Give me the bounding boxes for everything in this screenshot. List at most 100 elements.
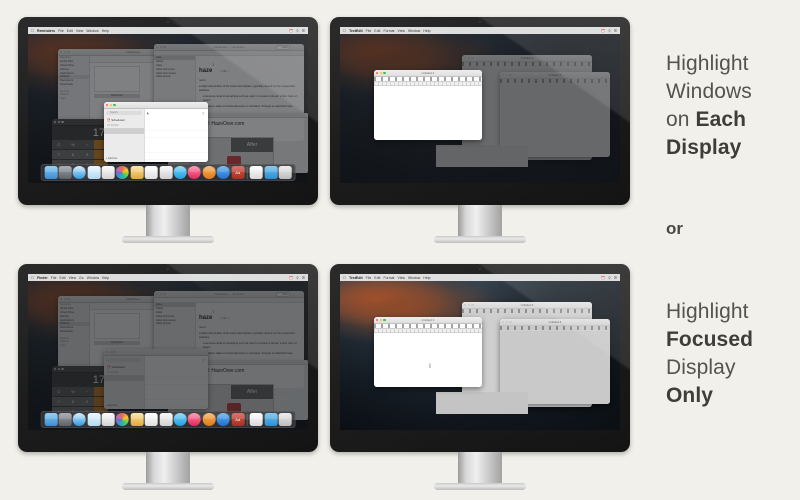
reminders-add-list-button[interactable]: + Add List	[106, 404, 117, 407]
power-icon[interactable]: ⏰	[601, 29, 605, 33]
dock-top-left[interactable]: Aa	[40, 164, 296, 181]
menubar-bottom-right[interactable]:  TextEdit File Edit Format View Window …	[340, 274, 620, 281]
textedit-right-titlebar[interactable]: Untitled 4	[500, 72, 610, 79]
calc-key[interactable]: C	[52, 387, 66, 397]
menu-item-help[interactable]: Help	[102, 276, 109, 280]
menubar-status-items[interactable]: ⏰ ⚲ ☰	[601, 29, 617, 33]
reminders-sidebar[interactable]: Search ⏰ Scheduled On My Mac + Add List	[104, 109, 145, 162]
calc-key[interactable]: C	[52, 140, 66, 150]
notification-center-icon[interactable]: ☰	[302, 29, 305, 33]
menu-item-file[interactable]: File	[58, 29, 64, 33]
share-icon[interactable]: ⇪	[202, 358, 205, 363]
traffic-lights[interactable]	[60, 297, 70, 301]
calc-key[interactable]: ÷	[80, 140, 94, 150]
reminders-search-input[interactable]: Search	[106, 110, 142, 115]
traffic-lights[interactable]	[156, 45, 166, 49]
spotlight-search-icon[interactable]: ⚲	[296, 29, 299, 33]
menu-item-window[interactable]: Window	[86, 29, 98, 33]
dock-icon-messages[interactable]	[173, 412, 187, 426]
spotlight-search-icon[interactable]: ⚲	[296, 276, 299, 280]
sidebar-item-downloads[interactable]: Downloads	[58, 329, 89, 333]
menubar-status-items[interactable]: ⏰ ⚲ ☰	[289, 29, 305, 33]
dock-icon-messages[interactable]	[173, 165, 187, 179]
dock-icon-pages[interactable]	[144, 412, 158, 426]
dock-icon-mail[interactable]	[87, 412, 101, 426]
reminders-item-rows[interactable]	[145, 370, 208, 409]
dock-icon-app-store[interactable]	[216, 412, 230, 426]
calculator-titlebar[interactable]	[52, 366, 108, 373]
menu-item-help[interactable]: Help	[102, 29, 109, 33]
dock-icon-launchpad[interactable]	[58, 412, 72, 426]
menu-item-view[interactable]: View	[398, 29, 406, 33]
dock-icon-downloads-stack[interactable]	[250, 165, 264, 179]
menubar-top-right[interactable]:  TextEdit File Edit Format View Window …	[340, 27, 620, 34]
notification-center-icon[interactable]: ☰	[614, 29, 617, 33]
calc-key[interactable]: 8	[66, 149, 80, 160]
dock-icon-folder[interactable]	[264, 412, 278, 426]
apple-menu-icon[interactable]: 	[343, 275, 346, 280]
traffic-lights[interactable]	[60, 50, 70, 54]
menu-item-format[interactable]: Format	[383, 276, 394, 280]
menu-item-edit[interactable]: Edit	[374, 29, 380, 33]
reminders-list-selected[interactable]	[104, 128, 144, 134]
traffic-lights[interactable]	[156, 292, 166, 296]
finder-file-name[interactable]: HazeOver	[94, 341, 140, 345]
menu-item-window[interactable]: Window	[408, 29, 420, 33]
notification-center-icon[interactable]: ☰	[614, 276, 617, 280]
reminders-window[interactable]: Search ⏰ Scheduled On My Mac + Add List …	[104, 102, 208, 162]
menubar-app-name[interactable]: Finder	[37, 276, 48, 280]
textedit-front-canvas[interactable]	[374, 86, 482, 140]
dock-icon-numbers[interactable]	[159, 165, 173, 179]
dock-icon-ibooks[interactable]	[202, 412, 216, 426]
textedit-front-titlebar[interactable]: Untitled 2	[374, 70, 482, 77]
traffic-lights[interactable]	[502, 73, 512, 77]
menubar-status-items[interactable]: ⏰ ⚲ ☰	[289, 276, 305, 280]
dock-icon-font-book[interactable]: Aa	[231, 412, 245, 426]
textedit-back-titlebar[interactable]: Untitled 3	[462, 55, 592, 62]
apple-menu-icon[interactable]: 	[31, 28, 34, 33]
textedit-window-extra[interactable]	[436, 392, 528, 414]
menubar-status-items[interactable]: ⏰ ⚲ ☰	[601, 276, 617, 280]
dock-icon-app-store[interactable]	[216, 165, 230, 179]
dictionary-titlebar[interactable]: Dictionary — 11 found haze	[154, 291, 304, 298]
traffic-lights[interactable]	[54, 367, 64, 371]
sidebar-item-downloads[interactable]: Downloads	[58, 82, 89, 86]
dock-bottom-left[interactable]: Aa	[40, 411, 296, 428]
menubar-top-left[interactable]:  Reminders File Edit View Window Help ⏰…	[28, 27, 308, 34]
dock-icon-notes[interactable]	[130, 412, 144, 426]
dock-icon-pages[interactable]	[144, 165, 158, 179]
dock-icon-font-book[interactable]: Aa	[231, 165, 245, 179]
menu-item-window[interactable]: Window	[87, 276, 99, 280]
result-item[interactable]: hazel grouse	[154, 75, 195, 79]
reminders-detail-pane[interactable]: ⇪	[145, 356, 208, 409]
menu-item-format[interactable]: Format	[383, 29, 394, 33]
textedit-back-titlebar[interactable]: Untitled 3	[462, 302, 592, 309]
menu-item-help[interactable]: Help	[423, 276, 430, 280]
calc-key[interactable]: 7	[52, 396, 66, 407]
dock-icon-mail[interactable]	[87, 165, 101, 179]
reminders-titlebar[interactable]	[104, 349, 208, 356]
reminders-detail-pane[interactable]: ⇪	[145, 109, 208, 162]
calc-key[interactable]: 9	[80, 149, 94, 160]
dock-icon-color-wheel[interactable]	[116, 412, 130, 426]
textedit-front-canvas[interactable]: I	[374, 333, 482, 387]
result-item[interactable]: hazel grouse	[154, 322, 195, 326]
apple-menu-icon[interactable]: 	[343, 28, 346, 33]
menubar-app-name[interactable]: TextEdit	[349, 276, 363, 280]
spotlight-search-icon[interactable]: ⚲	[608, 29, 611, 33]
reminders-list-scheduled[interactable]: ⏰ Scheduled	[104, 116, 144, 124]
menu-item-window[interactable]: Window	[408, 276, 420, 280]
reminders-list-selected[interactable]	[104, 375, 144, 381]
menu-item-edit[interactable]: Edit	[374, 276, 380, 280]
menu-item-file[interactable]: File	[51, 276, 57, 280]
textedit-window-front[interactable]: Untitled 2	[374, 70, 482, 140]
menu-item-view[interactable]: View	[76, 29, 84, 33]
textedit-right-titlebar[interactable]: Untitled 4	[500, 319, 610, 326]
calc-key[interactable]: %	[66, 387, 80, 397]
traffic-lights[interactable]	[464, 56, 474, 60]
menubar-bottom-left[interactable]:  Finder File Edit View Go Window Help ⏰…	[28, 274, 308, 281]
notification-center-icon[interactable]: ☰	[302, 276, 305, 280]
menu-item-edit[interactable]: Edit	[67, 29, 73, 33]
reminders-item-rows[interactable]	[145, 123, 208, 162]
spotlight-search-icon[interactable]: ⚲	[608, 276, 611, 280]
